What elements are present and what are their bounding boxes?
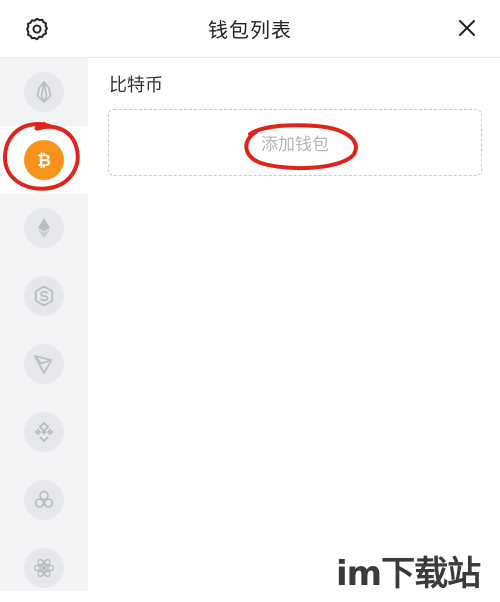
add-wallet-button[interactable]: 添加钱包 <box>108 109 482 176</box>
sero-icon <box>24 276 64 316</box>
tron-icon <box>24 344 64 384</box>
sidebar-item-bitcoin[interactable]: ₿ <box>0 126 88 194</box>
svg-text:₿: ₿ <box>37 151 51 171</box>
sidebar-item-atom[interactable] <box>0 534 88 602</box>
add-wallet-label: 添加钱包 <box>261 135 329 155</box>
atom-icon <box>24 548 64 588</box>
close-icon[interactable] <box>456 17 478 39</box>
cosmos-icon <box>24 480 64 520</box>
wallet-panel: 比特币 添加钱包 <box>88 58 500 591</box>
sidebar-item-eos[interactable] <box>0 58 88 126</box>
sidebar-item-sero[interactable] <box>0 262 88 330</box>
eos-icon <box>24 72 64 112</box>
chain-sidebar: ₿ <box>0 58 88 591</box>
page-title: 钱包列表 <box>208 18 292 42</box>
sidebar-item-tron[interactable] <box>0 330 88 398</box>
sidebar-item-binance[interactable] <box>0 398 88 466</box>
sidebar-item-ethereum[interactable] <box>0 194 88 262</box>
watermark: im下载站 <box>336 554 481 594</box>
section-title: 比特币 <box>109 75 163 96</box>
sidebar-item-cosmos[interactable] <box>0 466 88 534</box>
bitcoin-icon: ₿ <box>24 140 64 180</box>
ethereum-icon <box>24 208 64 248</box>
binance-icon <box>24 412 64 452</box>
header: 钱包列表 <box>0 0 500 58</box>
